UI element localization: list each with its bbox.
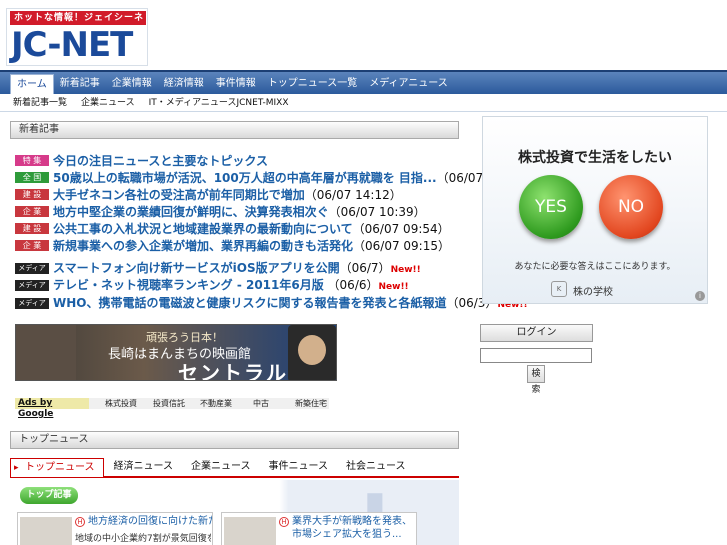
news-date: （06/7） — [339, 261, 391, 275]
article-thumbnail — [20, 517, 72, 545]
tab-top-news[interactable]: トップニュース — [10, 458, 104, 477]
category-badge: 企 業 — [15, 206, 49, 217]
school-logo-icon: K — [551, 281, 567, 297]
search-input[interactable] — [480, 348, 592, 363]
banner-photo — [16, 325, 76, 380]
news-date: （06/6） — [323, 278, 379, 292]
nav-top-news[interactable]: トップニュース一覧 — [262, 74, 364, 94]
tab-incident-news[interactable]: 事件ニュース — [261, 458, 337, 476]
nav-home[interactable]: ホーム — [10, 74, 54, 96]
category-badge: 建 設 — [15, 223, 49, 234]
news-link[interactable]: 地方中堅企業の業績回復が鮮明に、決算発表相次ぐ — [53, 205, 329, 219]
tab-company-news[interactable]: 企業ニュース — [183, 458, 259, 476]
category-badge: 建 設 — [15, 189, 49, 200]
nav-incident-info[interactable]: 事件情報 — [210, 74, 262, 94]
news-section-header: 新着記事 — [10, 121, 459, 139]
media-item[interactable]: メディア テレビ・ネット視聴率ランキング - 2011年6月版 （06/6）New… — [15, 277, 409, 295]
theater-banner[interactable]: 頑張ろう日本！ 長崎はまんまちの映画館 セントラル劇場 — [15, 324, 337, 381]
media-badge: メディア — [15, 298, 49, 309]
sub-nav: 新着記事一覧 企業ニュース IT・メディアニュースJCNET-MIXX — [0, 94, 727, 112]
ad-link[interactable]: 株式投資 — [105, 398, 137, 409]
ad-link[interactable]: 不動産業 — [200, 398, 232, 409]
ad-link[interactable]: 中古 — [253, 398, 269, 409]
news-item[interactable]: 企 業地方中堅企業の業績回復が鮮明に、決算発表相次ぐ（06/07 10:39） — [15, 204, 426, 220]
media-badge: メディア — [15, 280, 49, 291]
news-link[interactable]: 今日の注目ニュースと主要なトピックス — [53, 154, 268, 168]
tab-society-news[interactable]: 社会ニュース — [338, 458, 414, 476]
new-mark: New!! — [390, 265, 421, 275]
news-date: （06/07 14:12） — [304, 188, 402, 202]
subnav-item-new-list[interactable]: 新着記事一覧 — [6, 94, 74, 112]
new-mark: New!! — [378, 282, 409, 292]
news-date: （06/07 10:39） — [328, 205, 426, 219]
nav-media-news[interactable]: メディアニュース — [363, 74, 454, 94]
ad-link[interactable]: 投資信託 — [153, 398, 185, 409]
article-title[interactable]: 地方経済の回復に向けた新たな取り組みが始まる — [88, 515, 212, 528]
media-item[interactable]: メディア WHO、携帯電話の電磁波と健康リスクに関する報告書を発表と各紙報道（06… — [15, 295, 528, 313]
subnav-item-it-media[interactable]: IT・メディアニュースJCNET-MIXX — [142, 94, 296, 112]
ad-link[interactable]: 新築住宅 — [295, 398, 327, 409]
news-link[interactable]: 大手ゼネコン各社の受注高が前年同期比で増加 — [53, 188, 305, 202]
news-link[interactable]: 50歳以上の転職市場が活況、100万人超の中高年層が再就職を 目指... — [53, 171, 437, 185]
hot-icon: H — [279, 517, 289, 527]
site-logo[interactable]: ホットな情報！ジェイシーネット JC-NET — [6, 8, 148, 66]
news-link[interactable]: 新規事業への参入企業が増加、業界再編の動きも活発化 — [53, 239, 353, 253]
news-date: （06/07 09:54） — [352, 222, 450, 236]
article-card[interactable]: H 業界大手が新戦略を発表、 市場シェア拡大を狙う... — [221, 512, 417, 545]
subnav-item-company-news[interactable]: 企業ニュース — [74, 94, 142, 112]
ad-subtext: あなたに必要な答えはここにあります。 — [514, 262, 676, 272]
category-badge: 特 集 — [15, 155, 49, 166]
ads-by-google-link[interactable]: Ads by Google — [15, 398, 89, 419]
news-tabs: トップニュース 経済ニュース 企業ニュース 事件ニュース 社会ニュース — [10, 458, 459, 478]
media-item[interactable]: メディア スマートフォン向け新サービスがiOS版アプリを公開（06/7）New!! — [15, 260, 421, 278]
category-badge: 全 国 — [15, 172, 49, 183]
main-nav: ホーム 新着記事 企業情報 経済情報 事件情報 トップニュース一覧 メディアニュ… — [0, 70, 727, 96]
stock-school-ad[interactable]: 株式投資で生活をしたい YES NO あなたに必要な答えはここにあります。 K … — [482, 116, 708, 304]
article-summary: 地域の中小企業約7割が景気回復を実感していると回答 — [75, 534, 211, 544]
nav-new-articles[interactable]: 新着記事 — [54, 74, 106, 94]
login-button[interactable]: ログイン — [480, 324, 593, 342]
ad-info-icon[interactable]: i — [695, 291, 705, 301]
no-button[interactable]: NO — [599, 175, 663, 239]
ad-brand: 株の学校 — [573, 287, 613, 298]
banner-portrait — [288, 325, 336, 380]
article-thumbnail — [224, 517, 276, 545]
article-card[interactable]: H 地方経済の回復に向けた新たな取り組みが始まる 地域の中小企業約7割が景気回復… — [17, 512, 213, 545]
news-date: （06/07 09:15） — [353, 239, 450, 253]
media-link[interactable]: テレビ・ネット視聴率ランキング - 2011年6月版 — [53, 278, 324, 292]
search-button[interactable]: 検索 — [527, 365, 545, 395]
news-item[interactable]: 建 設大手ゼネコン各社の受注高が前年同期比で増加（06/07 14:12） — [15, 187, 402, 203]
category-badge: 企 業 — [15, 240, 49, 251]
ad-question: 株式投資で生活をしたい — [518, 150, 672, 166]
news-item[interactable]: 特 集今日の注目ニュースと主要なトピックス — [15, 153, 268, 169]
news-item[interactable]: 建 設公共工事の入札状況と地域建設業界の最新動向について（06/07 09:54… — [15, 221, 450, 237]
article-title[interactable]: 業界大手が新戦略を発表、 市場シェア拡大を狙う... — [292, 515, 416, 541]
media-link[interactable]: スマートフォン向け新サービスがiOS版アプリを公開 — [53, 261, 340, 275]
top-news-section-header: トップニュース — [10, 431, 459, 449]
logo-tagline: ホットな情報！ジェイシーネット — [10, 11, 146, 37]
hot-icon: H — [75, 517, 85, 527]
yes-button[interactable]: YES — [519, 175, 583, 239]
tab-economy-news[interactable]: 経済ニュース — [106, 458, 182, 476]
nav-economy-info[interactable]: 経済情報 — [158, 74, 210, 94]
nav-company-info[interactable]: 企業情報 — [106, 74, 158, 94]
news-item[interactable]: 企 業新規事業への参入企業が増加、業界再編の動きも活発化（06/07 09:15… — [15, 238, 450, 254]
top-articles-badge: トップ記事 — [20, 487, 78, 504]
google-ads-row: Ads by Google 株式投資 投資信託 不動産業 中古 新築住宅 — [15, 398, 329, 419]
media-link[interactable]: WHO、携帯電話の電磁波と健康リスクに関する報告書を発表と各紙報道 — [53, 296, 446, 310]
logo-name: JC-NET — [11, 25, 133, 65]
media-badge: メディア — [15, 263, 49, 274]
news-link[interactable]: 公共工事の入札状況と地域建設業界の最新動向について — [53, 222, 353, 236]
news-item[interactable]: 全 国 50歳以上の転職市場が活況、100万人超の中高年層が再就職を 目指...（… — [15, 170, 534, 186]
